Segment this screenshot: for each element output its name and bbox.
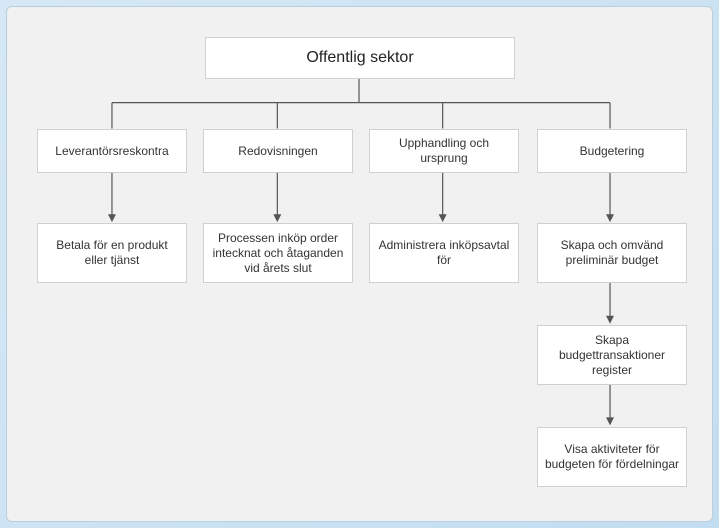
node-pay-product-service: Betala för en produkt eller tjänst: [37, 223, 187, 283]
node-create-reverse-prelim-budget: Skapa och omvänd preliminär budget: [537, 223, 687, 283]
node-root: Offentlig sektor: [205, 37, 515, 79]
node-accounts-payable: Leverantörsreskontra: [37, 129, 187, 173]
node-view-budget-apportionments: Visa aktiviteter för budgeten för fördel…: [537, 427, 687, 487]
node-procurement-sourcing: Upphandling och ursprung: [369, 129, 519, 173]
diagram-canvas: Offentlig sektor Leverantörsreskontra Be…: [6, 6, 713, 522]
node-budgeting: Budgetering: [537, 129, 687, 173]
node-create-budget-register: Skapa budgettransaktioner register: [537, 325, 687, 385]
node-general-ledger: Redovisningen: [203, 129, 353, 173]
node-po-encumbrance-process: Processen inköp order intecknat och åtag…: [203, 223, 353, 283]
node-admin-purchase-agreements: Administrera inköpsavtal för: [369, 223, 519, 283]
